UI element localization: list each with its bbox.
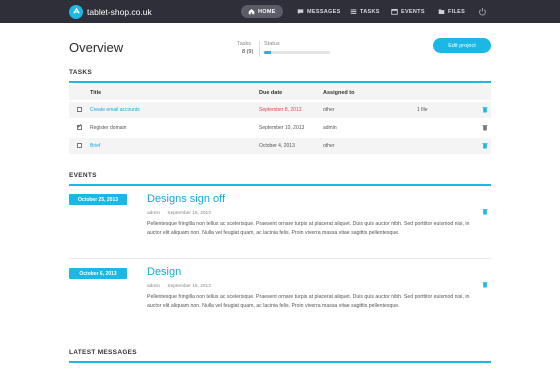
calendar-icon bbox=[390, 8, 398, 16]
brand[interactable]: tablet-shop.co.uk bbox=[69, 4, 152, 19]
nav-item-tasks[interactable]: TASKS bbox=[349, 5, 380, 18]
tasks-heading: TASKS bbox=[69, 69, 93, 76]
checkmark-icon: ✓ bbox=[77, 124, 83, 130]
status-progress-fill bbox=[264, 51, 271, 54]
stat-divider bbox=[259, 41, 260, 57]
event-description: Pellentesque fringilla non tellus ac sce… bbox=[147, 294, 470, 309]
home-icon bbox=[247, 8, 255, 16]
task-files[interactable]: 1 file bbox=[417, 107, 428, 113]
nav-item-events[interactable]: EVENTS bbox=[390, 5, 425, 18]
event-title-link[interactable]: Design bbox=[147, 266, 181, 278]
nav-item-tasks-label: TASKS bbox=[360, 8, 380, 15]
table-row: Create email accounts September 8, 2013 … bbox=[69, 102, 491, 118]
table-row: ✓ Register domain September 10, 2013 adm… bbox=[69, 120, 491, 136]
folder-icon bbox=[437, 8, 445, 16]
column-assigned-to: Assigned to bbox=[323, 90, 355, 96]
nav-item-messages[interactable]: MESSAGES bbox=[296, 5, 341, 18]
tasks-heading-rule bbox=[69, 81, 491, 83]
chat-icon bbox=[296, 8, 304, 16]
event-posted-date: September 16, 2013 bbox=[167, 284, 211, 289]
events-heading: EVENTS bbox=[69, 172, 97, 179]
task-due-date: October 4, 2013 bbox=[259, 143, 295, 149]
task-due-date: September 10, 2013 bbox=[259, 125, 305, 131]
trash-icon[interactable] bbox=[482, 124, 488, 131]
task-checkbox[interactable] bbox=[77, 107, 82, 112]
event-date-badge: October 25, 2013 bbox=[69, 194, 127, 205]
task-assignee: admin bbox=[323, 125, 337, 131]
event-posted-date: September 16, 2013 bbox=[167, 211, 211, 216]
event-date-badge: October 6, 2013 bbox=[69, 268, 127, 279]
nav-item-events-label: EVENTS bbox=[401, 8, 425, 15]
task-checkbox[interactable] bbox=[77, 143, 82, 148]
event-divider bbox=[69, 258, 491, 259]
nav-item-messages-label: MESSAGES bbox=[307, 8, 341, 15]
task-due-date: September 8, 2013 bbox=[259, 107, 302, 113]
page-title: Overview bbox=[69, 40, 124, 55]
table-row: Brief October 4, 2013 other bbox=[69, 138, 491, 154]
tasks-table-header: Title Due date Assigned to bbox=[69, 85, 491, 100]
nav-item-home[interactable]: HOME bbox=[241, 5, 283, 18]
tasks-count-label: Tasks bbox=[237, 41, 252, 47]
task-title-link[interactable]: Brief bbox=[90, 143, 100, 149]
task-assignee: other bbox=[323, 143, 335, 149]
event-title-link[interactable]: Designs sign off bbox=[147, 193, 225, 205]
task-title: Register domain bbox=[90, 125, 127, 131]
event-meta: admin September 16, 2013 bbox=[147, 211, 217, 216]
nav-item-files-label: FILES bbox=[448, 8, 466, 15]
trash-icon[interactable] bbox=[482, 208, 488, 215]
trash-icon[interactable] bbox=[482, 281, 488, 288]
trash-icon[interactable] bbox=[482, 142, 488, 149]
brand-name: tablet-shop.co.uk bbox=[87, 6, 152, 17]
list-icon bbox=[349, 8, 357, 16]
top-navigation-bar: tablet-shop.co.uk HOME MESSAGES TASKS EV… bbox=[0, 0, 560, 23]
event-author: admin bbox=[147, 284, 161, 289]
latest-messages-heading: LATEST MESSAGES bbox=[69, 349, 137, 356]
events-heading-rule bbox=[69, 184, 491, 186]
status-label: Status bbox=[264, 41, 280, 47]
task-assignee: other bbox=[323, 107, 335, 113]
nav-item-files[interactable]: FILES bbox=[437, 5, 465, 18]
edit-project-button[interactable]: Edit project bbox=[433, 38, 491, 53]
tasks-count-value: 8 (9) bbox=[242, 49, 254, 55]
column-title: Title bbox=[90, 90, 102, 96]
event-author: admin bbox=[147, 211, 161, 216]
power-icon[interactable] bbox=[478, 7, 487, 16]
task-checkbox[interactable]: ✓ bbox=[77, 124, 83, 130]
brand-logo-icon bbox=[69, 4, 83, 19]
task-title-link[interactable]: Create email accounts bbox=[90, 107, 140, 113]
event-meta: admin September 16, 2013 bbox=[147, 284, 217, 289]
trash-icon[interactable] bbox=[482, 106, 488, 113]
nav-item-home-label: HOME bbox=[258, 8, 276, 15]
status-progress-bar bbox=[264, 51, 330, 54]
event-description: Pellentesque fringilla non tellus ac sce… bbox=[147, 221, 470, 236]
latest-messages-heading-rule bbox=[69, 361, 491, 363]
column-due-date: Due date bbox=[259, 90, 283, 96]
